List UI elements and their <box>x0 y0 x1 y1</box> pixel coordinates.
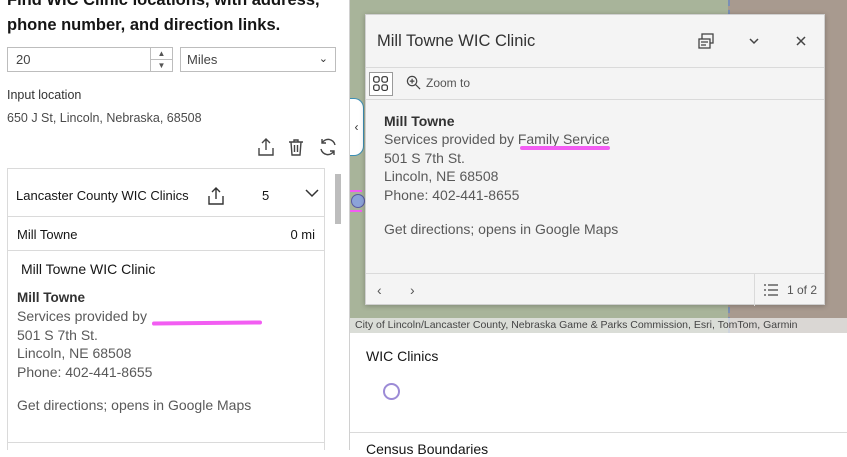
distance-unit-value: Miles <box>187 52 218 67</box>
share-icon[interactable] <box>206 186 226 206</box>
results-count: 5 <box>262 188 270 203</box>
popup-name: Mill Towne <box>384 113 455 129</box>
panel-scrollbar[interactable] <box>335 174 341 224</box>
dock-icon[interactable] <box>696 31 716 51</box>
feature-pagination[interactable]: 1 of 2 <box>754 274 826 306</box>
clinic-symbol-icon <box>383 383 400 400</box>
result-distance: 0 mi <box>290 227 315 242</box>
chevron-left-icon: ‹ <box>354 120 359 134</box>
detail-title: Mill Towne WIC Clinic <box>21 261 156 277</box>
legend-next-title: Census Boundaries <box>366 441 489 457</box>
card-divider <box>8 442 324 443</box>
legend-divider <box>350 432 847 433</box>
popup-action-bar: Zoom to <box>366 67 824 100</box>
distance-input-wrap: ▲ ▼ <box>7 47 173 72</box>
chevron-down-icon[interactable] <box>304 185 320 201</box>
results-card-header[interactable]: Lancaster County WIC Clinics 5 <box>8 169 324 217</box>
highlight-mark <box>520 146 610 150</box>
stepper-down-icon[interactable]: ▼ <box>151 60 172 72</box>
detail-address1: 501 S 7th St. <box>17 326 98 343</box>
result-detail: Mill Towne WIC Clinic Mill Towne Service… <box>17 261 317 413</box>
detail-directions-link[interactable]: Get directions; opens in Google Maps <box>17 397 317 413</box>
map-attribution: City of Lincoln/Lancaster County, Nebras… <box>350 318 847 333</box>
stepper-up-icon[interactable]: ▲ <box>151 48 172 60</box>
distance-input[interactable] <box>8 48 148 71</box>
popup-title: Mill Towne WIC Clinic <box>377 32 536 50</box>
popup-footer: ‹ › 1 of 2 <box>366 273 826 306</box>
feature-list-button[interactable] <box>369 72 393 96</box>
distance-unit-select[interactable]: Miles ⌄ <box>180 47 336 72</box>
close-icon[interactable] <box>791 31 811 51</box>
list-icon <box>764 284 778 296</box>
chevron-down-icon: ⌄ <box>318 53 328 65</box>
detail-address2: Lincoln, NE 68508 <box>17 345 132 361</box>
chevron-down-icon[interactable] <box>744 31 764 51</box>
map-clinic-marker[interactable] <box>351 194 365 208</box>
popup-address2: Lincoln, NE 68508 <box>384 168 499 184</box>
previous-feature-icon[interactable]: ‹ <box>377 282 382 298</box>
next-feature-icon[interactable]: › <box>410 282 415 298</box>
zoom-to-label: Zoom to <box>426 76 471 90</box>
intro-text: Find WIC Clinic locations, with address,… <box>7 0 320 34</box>
result-name: Mill Towne <box>17 227 78 242</box>
popup-directions-link[interactable]: Get directions; opens in Google Maps <box>384 221 804 237</box>
legend-panel: WIC Clinics Census Boundaries <box>349 333 847 457</box>
popup-content: Mill Towne Services provided by Family S… <box>384 112 804 237</box>
result-row[interactable]: Mill Towne 0 mi <box>8 218 324 251</box>
detail-name: Mill Towne <box>17 290 85 305</box>
collapse-panel-button[interactable]: ‹ <box>350 98 364 156</box>
page-indicator: 1 of 2 <box>787 283 818 297</box>
distance-stepper[interactable]: ▲ ▼ <box>150 48 172 71</box>
detail-phone: Phone: 402-441-8655 <box>17 363 153 380</box>
trash-icon[interactable] <box>285 136 307 158</box>
popup-phone: Phone: 402-441-8655 <box>384 186 520 203</box>
zoom-to-button[interactable]: Zoom to <box>406 75 470 90</box>
refresh-icon[interactable] <box>317 136 339 158</box>
input-location-value: 650 J St, Lincoln, Nebraska, 68508 <box>7 111 202 125</box>
popup-services-org: Family Service <box>517 131 610 147</box>
side-panel: Find WIC Clinic locations, with address,… <box>0 0 349 450</box>
popup-address1: 501 S 7th St. <box>384 149 465 166</box>
results-card: Lancaster County WIC Clinics 5 Mill Town… <box>7 168 325 450</box>
legend-title: WIC Clinics <box>366 348 439 364</box>
zoom-in-icon <box>406 75 421 90</box>
results-layer-title: Lancaster County WIC Clinics <box>16 188 189 203</box>
popup-services-prefix: Services provided by <box>384 131 518 147</box>
export-icon[interactable] <box>255 136 277 158</box>
input-location-label: Input location <box>7 88 82 102</box>
feature-popup: Mill Towne WIC Clinic Zoom to Mill Towne… <box>365 14 826 306</box>
